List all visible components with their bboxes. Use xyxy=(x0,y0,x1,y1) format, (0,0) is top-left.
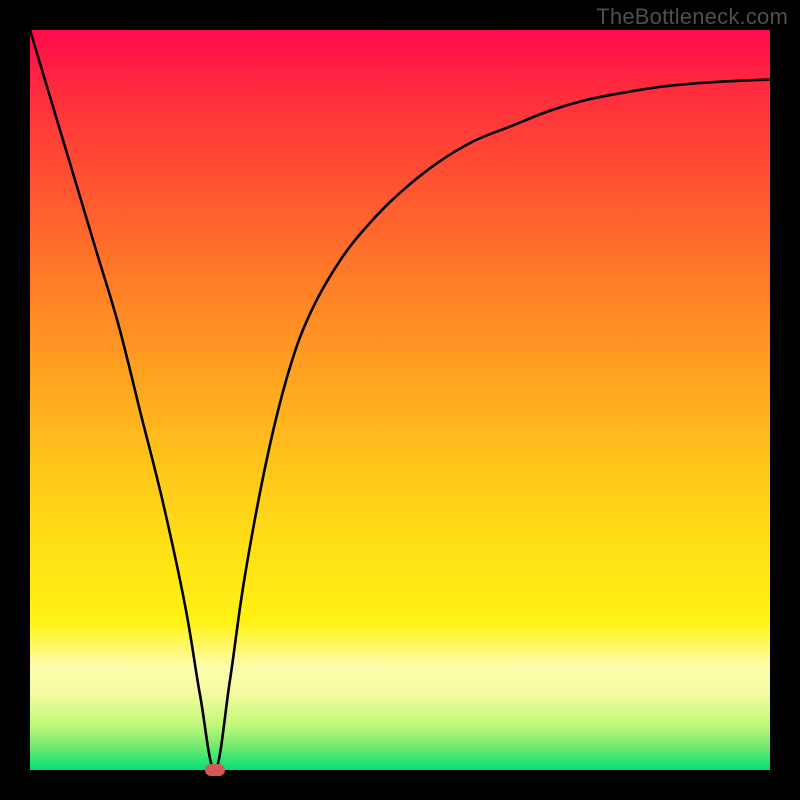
plot-area xyxy=(30,30,770,770)
bottleneck-curve xyxy=(30,30,770,770)
min-point-marker xyxy=(205,764,225,776)
chart-frame: TheBottleneck.com xyxy=(0,0,800,800)
watermark-text: TheBottleneck.com xyxy=(596,4,788,30)
